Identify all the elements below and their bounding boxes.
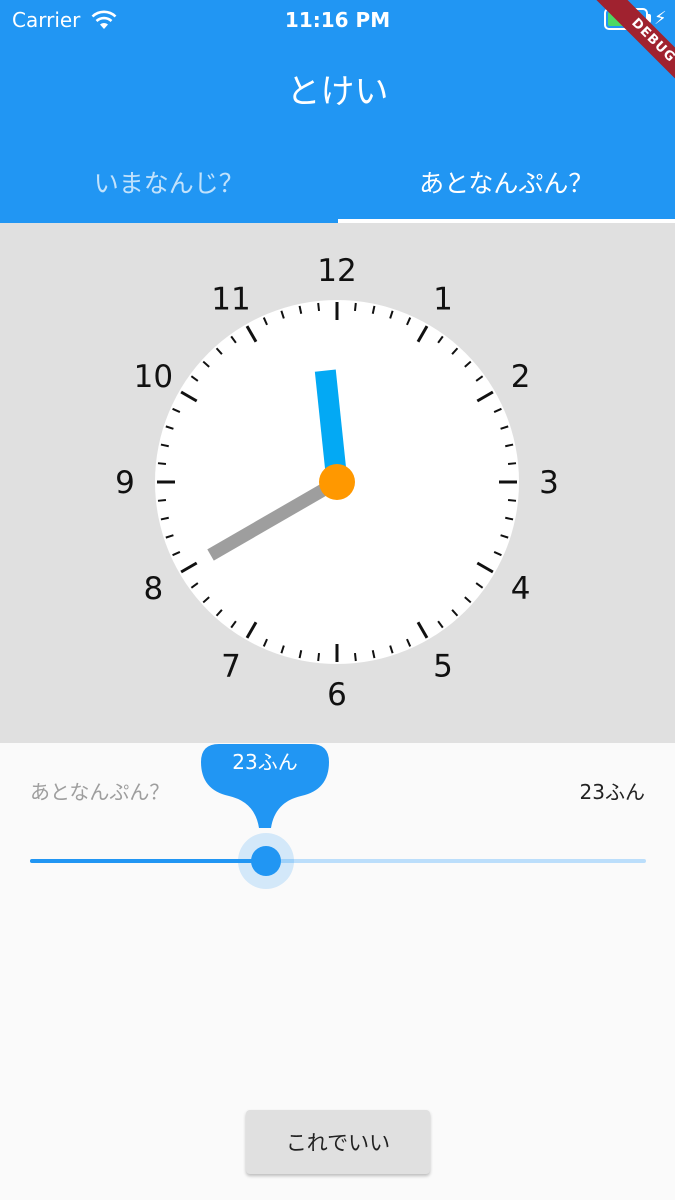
clock-number: 8 bbox=[144, 571, 164, 607]
status-time: 11:16 PM bbox=[284, 8, 391, 32]
clock-area: 12 1 2 3 4 5 6 7 8 9 10 11 bbox=[0, 223, 675, 743]
clock-number: 1 bbox=[433, 281, 453, 317]
minutes-slider[interactable] bbox=[30, 820, 646, 904]
clock-number: 12 bbox=[317, 253, 356, 289]
minor-tick bbox=[157, 462, 167, 466]
battery-level bbox=[608, 12, 641, 26]
minor-tick bbox=[317, 652, 321, 662]
clock-number: 10 bbox=[134, 359, 173, 395]
clock-number: 7 bbox=[221, 649, 241, 685]
tab-current-time[interactable]: いまなんじ？ bbox=[0, 140, 338, 223]
clock-number: 2 bbox=[511, 359, 531, 395]
charging-icon: ⚡ bbox=[654, 8, 667, 29]
minor-tick bbox=[507, 498, 517, 502]
battery-cap bbox=[648, 14, 651, 23]
clock-number: 11 bbox=[211, 281, 250, 317]
clock-number: 5 bbox=[433, 649, 453, 685]
clock-number: 4 bbox=[511, 571, 531, 607]
status-bar: Carrier 11:16 PM ⚡ bbox=[0, 0, 675, 40]
confirm-button[interactable]: これでいい bbox=[246, 1110, 430, 1174]
minor-tick bbox=[353, 302, 357, 312]
clock-center bbox=[319, 464, 355, 500]
slider-bubble-label: 23ふん bbox=[232, 750, 298, 774]
minor-tick bbox=[353, 652, 357, 662]
analog-clock[interactable]: 121234567891011 bbox=[0, 223, 675, 743]
battery-icon bbox=[604, 8, 648, 30]
minutes-value: 23ふん bbox=[579, 780, 645, 804]
minutes-label: あとなんぷん？ bbox=[30, 780, 170, 804]
minor-tick bbox=[317, 302, 321, 312]
tab-minutes-left[interactable]: あとなんぷん？ bbox=[337, 140, 675, 223]
app-bar: Carrier 11:16 PM ⚡ とけい いまなんじ？ あとなんぷん？ bbox=[0, 0, 675, 223]
clock-number: 3 bbox=[539, 465, 559, 501]
minor-tick bbox=[507, 462, 517, 466]
slider-thumb[interactable] bbox=[251, 846, 281, 876]
tab-label: あとなんぷん？ bbox=[419, 168, 594, 198]
clock-number: 9 bbox=[115, 465, 135, 501]
minor-tick bbox=[157, 498, 167, 502]
page-title: とけい bbox=[286, 72, 389, 112]
slider-active-track bbox=[30, 859, 266, 863]
tab-bar: いまなんじ？ あとなんぷん？ bbox=[0, 140, 675, 223]
clock-number: 6 bbox=[327, 677, 347, 713]
tab-label: いまなんじ？ bbox=[93, 168, 244, 198]
